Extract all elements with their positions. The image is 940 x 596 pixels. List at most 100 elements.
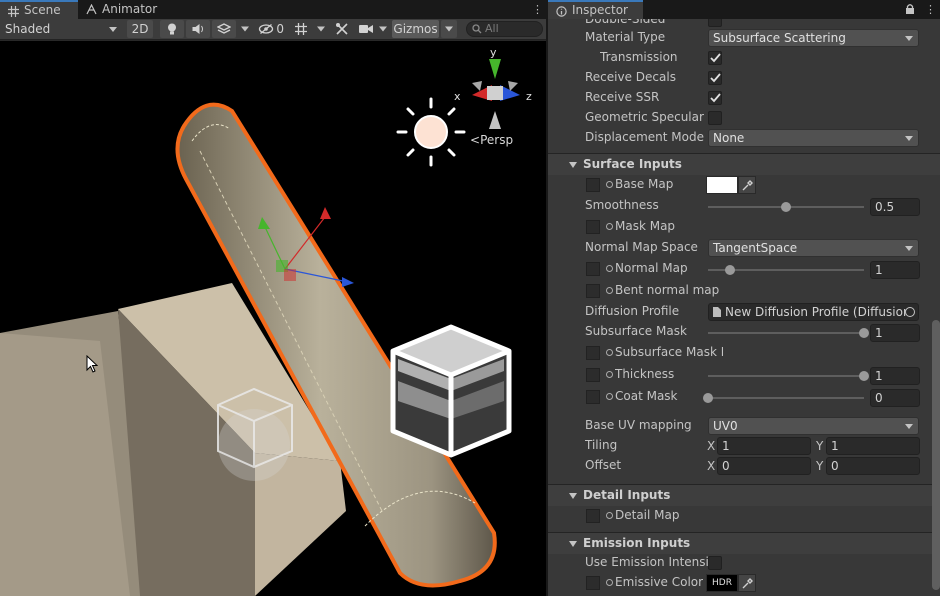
camera-dropdown[interactable]: [376, 20, 390, 38]
subsurface-mask-map-label: Subsurface Mask M: [615, 345, 723, 359]
thickness-slider-track[interactable]: [708, 375, 864, 377]
emissive-picker-icon[interactable]: [606, 579, 613, 586]
detail-map-picker-icon[interactable]: [606, 512, 613, 519]
scene-viewport[interactable]: y x z <Persp: [0, 41, 546, 596]
smoothness-input[interactable]: 0.5: [870, 198, 920, 216]
chevron-down-icon: [905, 36, 913, 41]
base-uv-value: UV0: [713, 419, 738, 433]
coat-mask-slider-handle[interactable]: [703, 393, 713, 403]
mode-2d-label: 2D: [131, 22, 149, 36]
tab-scene[interactable]: Scene: [0, 0, 78, 19]
use-emission-label: Use Emission Intensity: [585, 555, 709, 569]
scene-toolbar: Shaded 2D 0 Gizmos All: [0, 19, 546, 40]
mask-map-picker-icon[interactable]: [606, 223, 613, 230]
detail-inputs-header[interactable]: Detail Inputs: [548, 484, 940, 506]
gizmos-label: Gizmos: [393, 22, 438, 36]
transmission-checkbox[interactable]: [708, 51, 722, 65]
inspector-scrollbar[interactable]: [932, 320, 940, 590]
gizmos-dropdown[interactable]: [441, 20, 457, 38]
base-uv-dropdown[interactable]: UV0: [708, 417, 919, 435]
effects-toggle[interactable]: [212, 20, 236, 38]
mask-map-texture-slot[interactable]: [586, 220, 600, 234]
scene-panel: Scene Animator ⋮ Shaded 2D 0 Gizmos All …: [0, 0, 546, 596]
emissive-eyedropper-button[interactable]: [738, 574, 756, 592]
base-map-texture-slot[interactable]: [586, 178, 600, 192]
emission-inputs-header[interactable]: Emission Inputs: [548, 532, 940, 554]
base-color-swatch[interactable]: [706, 176, 738, 194]
effects-dropdown[interactable]: [238, 20, 252, 38]
receive-decals-checkbox[interactable]: [708, 71, 722, 85]
row-thickness: Thickness 1: [548, 365, 940, 385]
grid-dropdown[interactable]: [314, 20, 328, 38]
thickness-picker-icon[interactable]: [606, 371, 613, 378]
displacement-mode-label: Displacement Mode: [585, 130, 705, 144]
receive-ssr-checkbox[interactable]: [708, 91, 722, 105]
detail-map-texture-slot[interactable]: [586, 509, 600, 523]
tab-inspector[interactable]: Inspector: [548, 0, 643, 19]
thickness-input[interactable]: 1: [870, 367, 920, 385]
bent-normal-texture-slot[interactable]: [586, 284, 600, 298]
mouse-cursor-icon: [86, 355, 98, 373]
normal-map-input[interactable]: 1: [870, 261, 920, 279]
shading-mode-dropdown[interactable]: Shaded: [2, 20, 122, 38]
subsurface-mask-slider-handle[interactable]: [859, 328, 869, 338]
diffusion-profile-field[interactable]: New Diffusion Profile (Diffusion: [708, 303, 919, 321]
hidden-objects-toggle[interactable]: 0: [256, 20, 286, 38]
subsurface-mask-picker-icon[interactable]: [606, 349, 613, 356]
normal-map-picker-icon[interactable]: [606, 265, 613, 272]
sun-light-icon: [396, 97, 466, 167]
chevron-down-icon: [109, 27, 117, 32]
gizmos-button[interactable]: Gizmos: [392, 20, 439, 38]
material-type-label: Material Type: [585, 30, 666, 44]
tiling-x-input[interactable]: 1: [717, 437, 811, 455]
displacement-mode-dropdown[interactable]: None: [708, 129, 919, 147]
smoothness-value: 0.5: [875, 200, 895, 214]
base-map-picker-icon[interactable]: [606, 181, 613, 188]
grid-toggle[interactable]: [290, 20, 312, 38]
lock-icon[interactable]: [905, 3, 915, 15]
object-picker-icon[interactable]: [905, 307, 915, 317]
scene-search-input[interactable]: All: [466, 21, 543, 37]
bent-normal-picker-icon[interactable]: [606, 287, 613, 294]
subsurface-mask-slider-track[interactable]: [708, 332, 864, 334]
emissive-color-swatch[interactable]: HDR: [706, 574, 738, 592]
row-tiling: Tiling X 1 Y 1: [548, 436, 940, 456]
tiling-y-input[interactable]: 1: [826, 437, 920, 455]
tiling-y-label: Y: [816, 439, 824, 453]
lighting-toggle[interactable]: [160, 20, 184, 38]
surface-inputs-header[interactable]: Surface Inputs: [548, 153, 940, 175]
tools-toggle[interactable]: [331, 20, 353, 38]
scene-menu-icon[interactable]: ⋮: [532, 3, 543, 16]
projection-toggle[interactable]: <Persp: [470, 133, 513, 147]
normal-map-space-dropdown[interactable]: TangentSpace: [708, 239, 919, 257]
inspector-menu-icon[interactable]: ⋮: [925, 3, 936, 16]
camera-toggle[interactable]: [357, 20, 375, 38]
subsurface-mask-texture-slot[interactable]: [586, 346, 600, 360]
orientation-gizmo[interactable]: [472, 59, 520, 129]
foldout-arrow-icon: [569, 541, 577, 547]
thickness-slider-handle[interactable]: [859, 371, 869, 381]
row-smoothness: Smoothness 0.5: [548, 196, 940, 216]
normal-map-texture-slot[interactable]: [586, 262, 600, 276]
coat-mask-texture-slot[interactable]: [586, 390, 600, 404]
smoothness-slider-handle[interactable]: [781, 202, 791, 212]
coat-mask-input[interactable]: 0: [870, 389, 920, 407]
subsurface-mask-input[interactable]: 1: [870, 324, 920, 342]
normal-map-slider-handle[interactable]: [724, 265, 735, 275]
tab-animator[interactable]: Animator: [78, 0, 168, 19]
geometric-specular-checkbox[interactable]: [708, 111, 722, 125]
emissive-texture-slot[interactable]: [586, 576, 600, 590]
audio-toggle[interactable]: [186, 20, 210, 38]
mode-2d-button[interactable]: 2D: [127, 20, 153, 38]
coat-mask-picker-icon[interactable]: [606, 393, 613, 400]
use-emission-checkbox[interactable]: [708, 556, 722, 570]
row-base-map: Base Map: [548, 175, 940, 195]
coat-mask-slider-track[interactable]: [708, 397, 864, 399]
offset-y-input[interactable]: 0: [826, 457, 920, 475]
thickness-texture-slot[interactable]: [586, 368, 600, 382]
inspector-tab-bar: Inspector ⋮: [548, 0, 940, 19]
eyedropper-button[interactable]: [738, 176, 756, 194]
inspector-panel: Inspector ⋮ Double-Sided Material Type S…: [548, 0, 940, 596]
material-type-dropdown[interactable]: Subsurface Scattering: [708, 29, 919, 47]
offset-x-input[interactable]: 0: [717, 457, 811, 475]
